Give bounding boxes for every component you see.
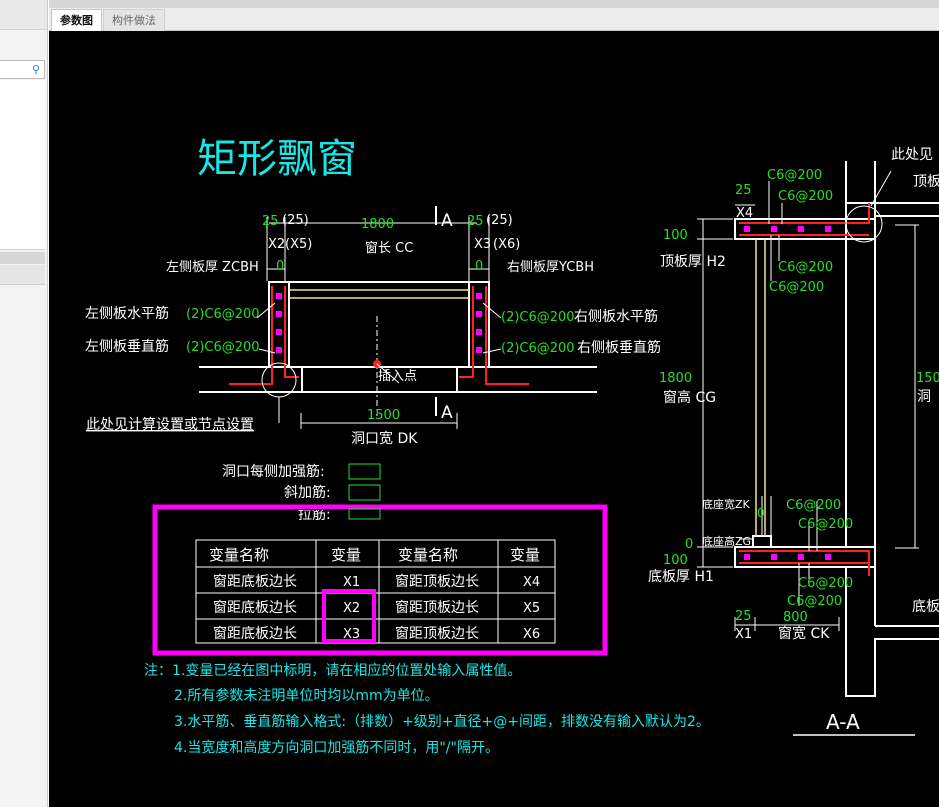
section-bottom-right-label: 底板 [912, 599, 939, 615]
left-panel-header [0, 0, 47, 30]
x5-label: (X5) [285, 237, 312, 252]
left-side-panel: ⚲ [0, 0, 48, 807]
table-cell: X4 [523, 575, 540, 590]
table-cell: X1 [343, 575, 360, 590]
cg-value: 1800 [659, 371, 692, 386]
x3-label: X3 [474, 237, 491, 252]
cg-label: 窗高 CG [663, 389, 716, 406]
left-vertical-rebar-value: (2)C6@200 [186, 340, 260, 355]
x6-label: (X6) [493, 237, 520, 252]
h2-value: 100 [663, 228, 688, 243]
node-settings-note[interactable]: 此处见计算设置或节点设置 [86, 417, 254, 433]
tab-bar-strip [49, 0, 939, 8]
note-line-2: 2.所有参数未注明单位时均以mm为单位。 [174, 687, 439, 704]
section-title: A-A [826, 710, 860, 734]
table-cell: X6 [523, 627, 540, 642]
tab-parameter-diagram[interactable]: 参数图 [51, 9, 102, 31]
section-rebar-label: C6@200 [787, 594, 842, 609]
zk-value: 0 [757, 506, 765, 520]
h1-label: 底板厚 H1 [648, 569, 714, 585]
table-cell: 窗距顶板边长 [395, 599, 479, 616]
cc-label: 窗长 CC [365, 240, 413, 256]
table-cell: X2 [343, 601, 360, 616]
zk-label: 底座宽ZK [702, 497, 751, 511]
search-icon[interactable]: ⚲ [32, 62, 40, 77]
x1-value: 25 [735, 609, 752, 624]
plan-window-lines [289, 289, 469, 299]
table-cell: 窗距底板边长 [213, 625, 297, 642]
right-height-value: 150 [916, 371, 939, 386]
right-horizontal-rebar-label: 右侧板水平筋 [574, 308, 658, 325]
search-input[interactable]: ⚲ [0, 60, 45, 79]
x2-paren-value: (25) [282, 213, 309, 228]
zg-value: 0 [685, 537, 693, 552]
section-rebar-label: C6@200 [769, 280, 824, 295]
left-slab-thickness-value: 0 [276, 259, 284, 274]
dk-label: 洞口宽 DK [351, 430, 418, 447]
right-horizontal-rebar-value: (2)C6@200 [501, 310, 575, 325]
table-cell: 窗距顶板边长 [395, 625, 479, 642]
section-mark-top: A [441, 211, 453, 231]
section-rebar-label: C6@200 [798, 517, 853, 532]
left-horizontal-rebar-value: (2)C6@200 [186, 307, 260, 322]
note-line-1: 注：1.变量已经在图中标明，请在相应的位置处输入属性值。 [144, 662, 521, 679]
left-horizontal-rebar-label: 左侧板水平筋 [85, 305, 169, 322]
left-slab-thickness-label: 左侧板厚 ZCBH [166, 260, 259, 275]
cad-drawing: 矩形飘窗 A A 25 (25) X2 (X5) 1800 窗长 CC 25 (… [85, 136, 939, 756]
dk-value: 1500 [367, 408, 400, 423]
section-rebar-leaders [768, 181, 818, 606]
table-header-name-1: 变量名称 [209, 546, 269, 564]
diagonal-rebar-input[interactable] [348, 484, 381, 501]
table-cell: 窗距底板边长 [213, 573, 297, 590]
h1-value: 100 [663, 553, 688, 568]
ck-label: 窗宽 CK [778, 625, 830, 642]
section-mark-bottom: A [441, 403, 453, 423]
table-header-var-1: 变量 [331, 546, 361, 564]
right-vertical-rebar-value: (2)C6@200 [501, 341, 575, 356]
x4-label: X4 [736, 206, 753, 221]
section-window-lines [755, 239, 766, 536]
ck-value: 800 [783, 610, 808, 625]
x1-label: X1 [735, 627, 752, 642]
x3-value: 25 [467, 214, 484, 229]
section-rebar-label: C6@200 [778, 189, 833, 204]
cc-value: 1800 [361, 217, 394, 232]
x3-paren-value: (25) [486, 213, 513, 228]
panel-section-header[interactable] [0, 265, 45, 285]
per-side-rebar-input[interactable] [348, 463, 381, 480]
per-side-rebar-label: 洞口每侧加强筋: [222, 463, 325, 480]
table-header-var-2: 变量 [510, 546, 540, 564]
x2-label: X2 [268, 237, 285, 252]
table-cell: 窗距顶板边长 [395, 573, 479, 590]
right-slab-thickness-value: 0 [475, 259, 483, 274]
table-cell: 窗距底板边长 [213, 599, 297, 616]
insert-point-label: 插入点 [378, 369, 417, 384]
section-rebar-label: C6@200 [767, 168, 822, 183]
right-vertical-rebar-label: 右侧板垂直筋 [577, 339, 661, 356]
right-slab-thickness-label: 右侧板厚YCBH [507, 260, 594, 275]
table-cell: X5 [523, 601, 540, 616]
note-line-3: 3.水平筋、垂直筋输入格式:（排数）+级别+直径+@+间距，排数没有输入默认为2… [174, 713, 710, 730]
drawing-canvas[interactable]: 矩形飘窗 A A 25 (25) X2 (X5) 1800 窗长 CC 25 (… [49, 31, 939, 807]
tab-component-method[interactable]: 构件做法 [103, 9, 165, 31]
diagonal-rebar-label: 斜加筋: [284, 484, 331, 501]
section-rebar-label: C6@200 [786, 498, 841, 513]
tab-bar: 参数图 构件做法 [49, 0, 939, 31]
plan-rebar-dots [276, 293, 482, 353]
panel-divider[interactable] [0, 252, 45, 264]
right-height-label: 洞 [917, 389, 931, 405]
section-top-right-label: 顶板 [913, 174, 939, 190]
section-rebar-label: C6@200 [778, 260, 833, 275]
table-header-name-2: 变量名称 [398, 546, 458, 564]
drawing-title: 矩形飘窗 [197, 136, 357, 182]
component-list[interactable] [0, 80, 45, 250]
zg-label: 底座高ZG [702, 534, 751, 548]
section-top-note: 此处见 [891, 147, 933, 163]
note-line-4: 4.当宽度和高度方向洞口加强筋不同时，用"/"隔开。 [174, 739, 499, 756]
left-vertical-rebar-label: 左侧板垂直筋 [85, 338, 169, 355]
x2-value: 25 [262, 214, 279, 229]
section-rebar-label: C6@200 [798, 576, 853, 591]
h2-label: 顶板厚 H2 [660, 254, 726, 270]
x4-value: 25 [735, 183, 752, 198]
